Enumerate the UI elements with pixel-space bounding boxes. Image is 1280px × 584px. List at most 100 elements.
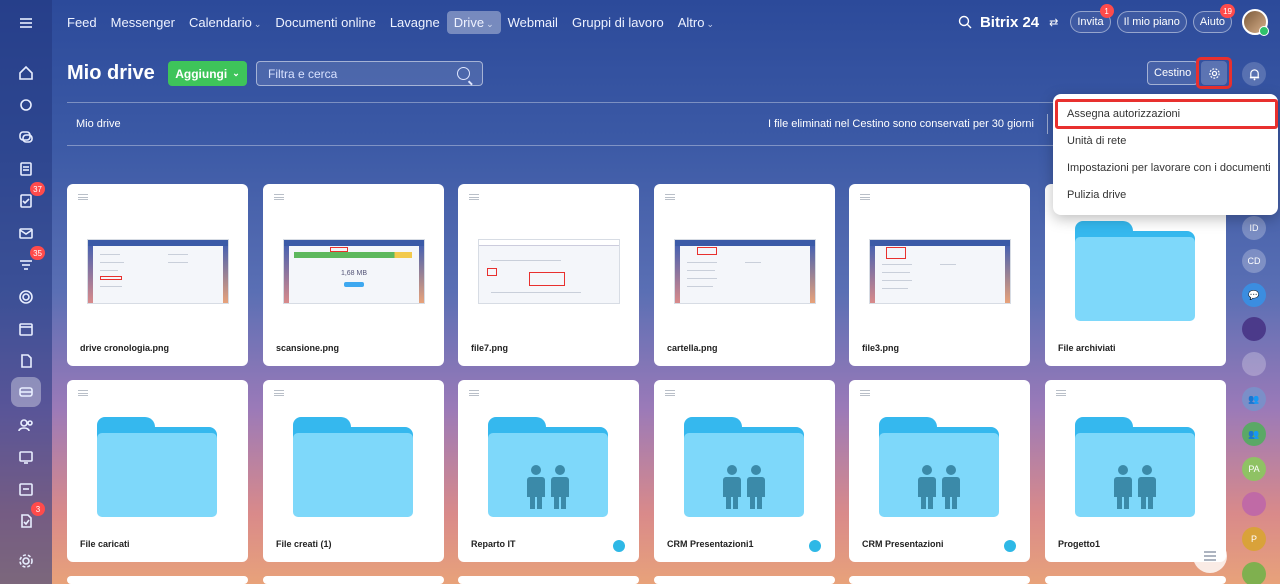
avatar[interactable]: CD <box>1242 249 1266 273</box>
folder-name[interactable]: File creati (1) <box>276 539 332 549</box>
approvals-badge: 3 <box>31 502 45 516</box>
drive-icon[interactable] <box>11 377 41 407</box>
folder-name[interactable]: Reparto IT <box>471 539 516 549</box>
file-card[interactable] <box>1045 576 1226 584</box>
notifications-button[interactable] <box>1242 62 1266 86</box>
folder-card[interactable]: File caricati <box>67 380 248 562</box>
shared-folder-card[interactable]: Progetto1 <box>1045 380 1226 562</box>
breadcrumb[interactable]: Mio drive <box>76 118 121 130</box>
drag-handle-icon[interactable] <box>860 390 870 396</box>
drag-handle-icon[interactable] <box>78 390 88 396</box>
chat-icon[interactable] <box>13 124 39 150</box>
shared-folder-card[interactable]: CRM Presentazioni <box>849 380 1030 562</box>
settings-icon[interactable] <box>13 548 39 574</box>
help-button[interactable]: Aiuto 19 <box>1192 4 1235 33</box>
nav-more[interactable]: Altro ⌄ <box>671 11 721 34</box>
shared-folder-card[interactable]: CRM Presentazioni1 <box>654 380 835 562</box>
tasks-badge: 37 <box>30 182 45 196</box>
nav-boards[interactable]: Lavagne <box>383 11 447 34</box>
chat-avatar[interactable]: 💬 <box>1242 283 1266 307</box>
contacts-icon[interactable] <box>13 412 39 438</box>
menu-icon[interactable] <box>13 10 39 36</box>
approvals-icon[interactable]: 3 <box>13 502 45 534</box>
trash-button[interactable]: Cestino <box>1147 61 1199 85</box>
nav-workgroups[interactable]: Gruppi di lavoro <box>565 11 671 34</box>
invite-button[interactable]: Invita 1 <box>1070 4 1114 33</box>
tasks-icon[interactable]: 37 <box>13 182 45 214</box>
file-card[interactable] <box>67 576 248 584</box>
avatar[interactable]: PA <box>1242 457 1266 481</box>
chevron-down-icon: ⌄ <box>706 18 715 29</box>
folder-name[interactable]: File caricati <box>80 539 130 549</box>
list-view-button[interactable] <box>1193 539 1227 573</box>
folder-name[interactable]: File archiviati <box>1058 343 1116 353</box>
switch-icon[interactable]: ⇄ <box>1049 16 1058 29</box>
avatar[interactable] <box>1242 562 1266 584</box>
file-card[interactable] <box>263 576 444 584</box>
sites-icon[interactable] <box>13 444 39 470</box>
nav-drive[interactable]: Drive ⌄ <box>446 10 501 34</box>
drag-handle-icon[interactable] <box>860 194 870 200</box>
add-button-label: Aggiungi <box>175 66 228 81</box>
file-thumbnail <box>869 239 1011 304</box>
avatar[interactable] <box>1242 492 1266 516</box>
settings-gear-button[interactable] <box>1201 61 1227 85</box>
file-name[interactable]: scansione.png <box>276 343 339 353</box>
avatar[interactable] <box>1242 352 1266 376</box>
folder-name[interactable]: Progetto1 <box>1058 539 1100 549</box>
schedule-icon[interactable] <box>13 476 39 502</box>
avatar[interactable]: ID <box>1242 216 1266 240</box>
file-card[interactable] <box>458 576 639 584</box>
file-card[interactable]: cartella.png <box>654 184 835 366</box>
group-avatar[interactable]: 👥 <box>1242 387 1266 411</box>
home-icon[interactable] <box>13 60 39 86</box>
group-avatar[interactable]: 👥 <box>1242 422 1266 446</box>
calendar-icon[interactable] <box>13 316 39 342</box>
folder-name[interactable]: CRM Presentazioni1 <box>667 539 754 549</box>
my-plan-button[interactable]: Il mio piano <box>1116 11 1187 33</box>
pipeline-icon[interactable]: 35 <box>13 246 45 278</box>
file-name[interactable]: file3.png <box>862 343 899 353</box>
file-thumbnail <box>478 239 620 304</box>
user-avatar[interactable] <box>1242 9 1269 36</box>
file-card[interactable]: file3.png <box>849 184 1030 366</box>
drag-handle-icon[interactable] <box>665 194 675 200</box>
drag-handle-icon[interactable] <box>274 194 284 200</box>
search-input[interactable]: Filtra e cerca <box>256 61 483 86</box>
file-name[interactable]: file7.png <box>471 343 508 353</box>
nav-webmail[interactable]: Webmail <box>501 11 565 34</box>
menu-item-network-drive[interactable]: Unità di rete <box>1067 135 1126 147</box>
file-card[interactable]: 1,68 MB scansione.png <box>263 184 444 366</box>
folder-name[interactable]: CRM Presentazioni <box>862 539 944 549</box>
feed-icon[interactable] <box>13 92 39 118</box>
drag-handle-icon[interactable] <box>469 194 479 200</box>
nav-calendar[interactable]: Calendario ⌄ <box>182 11 268 34</box>
bitrix-logo[interactable]: Bitrix 24 <box>980 14 1039 31</box>
target-icon[interactable] <box>13 284 39 310</box>
nav-online-documents[interactable]: Documenti online <box>268 11 382 34</box>
drag-handle-icon[interactable] <box>1056 390 1066 396</box>
drag-handle-icon[interactable] <box>78 194 88 200</box>
drag-handle-icon[interactable] <box>469 390 479 396</box>
file-card[interactable] <box>849 576 1030 584</box>
search-icon[interactable] <box>958 15 972 29</box>
drag-handle-icon[interactable] <box>274 390 284 396</box>
add-button[interactable]: Aggiungi ⌄ <box>168 61 247 86</box>
avatar[interactable]: P <box>1242 527 1266 551</box>
nav-feed[interactable]: Feed <box>60 11 104 34</box>
documents-icon[interactable] <box>13 156 39 182</box>
file-icon[interactable] <box>13 348 39 374</box>
file-card[interactable]: file7.png <box>458 184 639 366</box>
folder-card[interactable]: File creati (1) <box>263 380 444 562</box>
drag-handle-icon[interactable] <box>665 390 675 396</box>
file-name[interactable]: drive cronologia.png <box>80 343 169 353</box>
mail-icon[interactable] <box>13 220 39 246</box>
file-name[interactable]: cartella.png <box>667 343 718 353</box>
file-card[interactable] <box>654 576 835 584</box>
file-card[interactable]: drive cronologia.png <box>67 184 248 366</box>
shared-folder-card[interactable]: Reparto IT <box>458 380 639 562</box>
nav-messenger[interactable]: Messenger <box>104 11 182 34</box>
menu-item-drive-cleanup[interactable]: Pulizia drive <box>1067 189 1126 201</box>
menu-item-document-settings[interactable]: Impostazioni per lavorare con i document… <box>1067 162 1271 174</box>
avatar[interactable] <box>1242 317 1266 341</box>
